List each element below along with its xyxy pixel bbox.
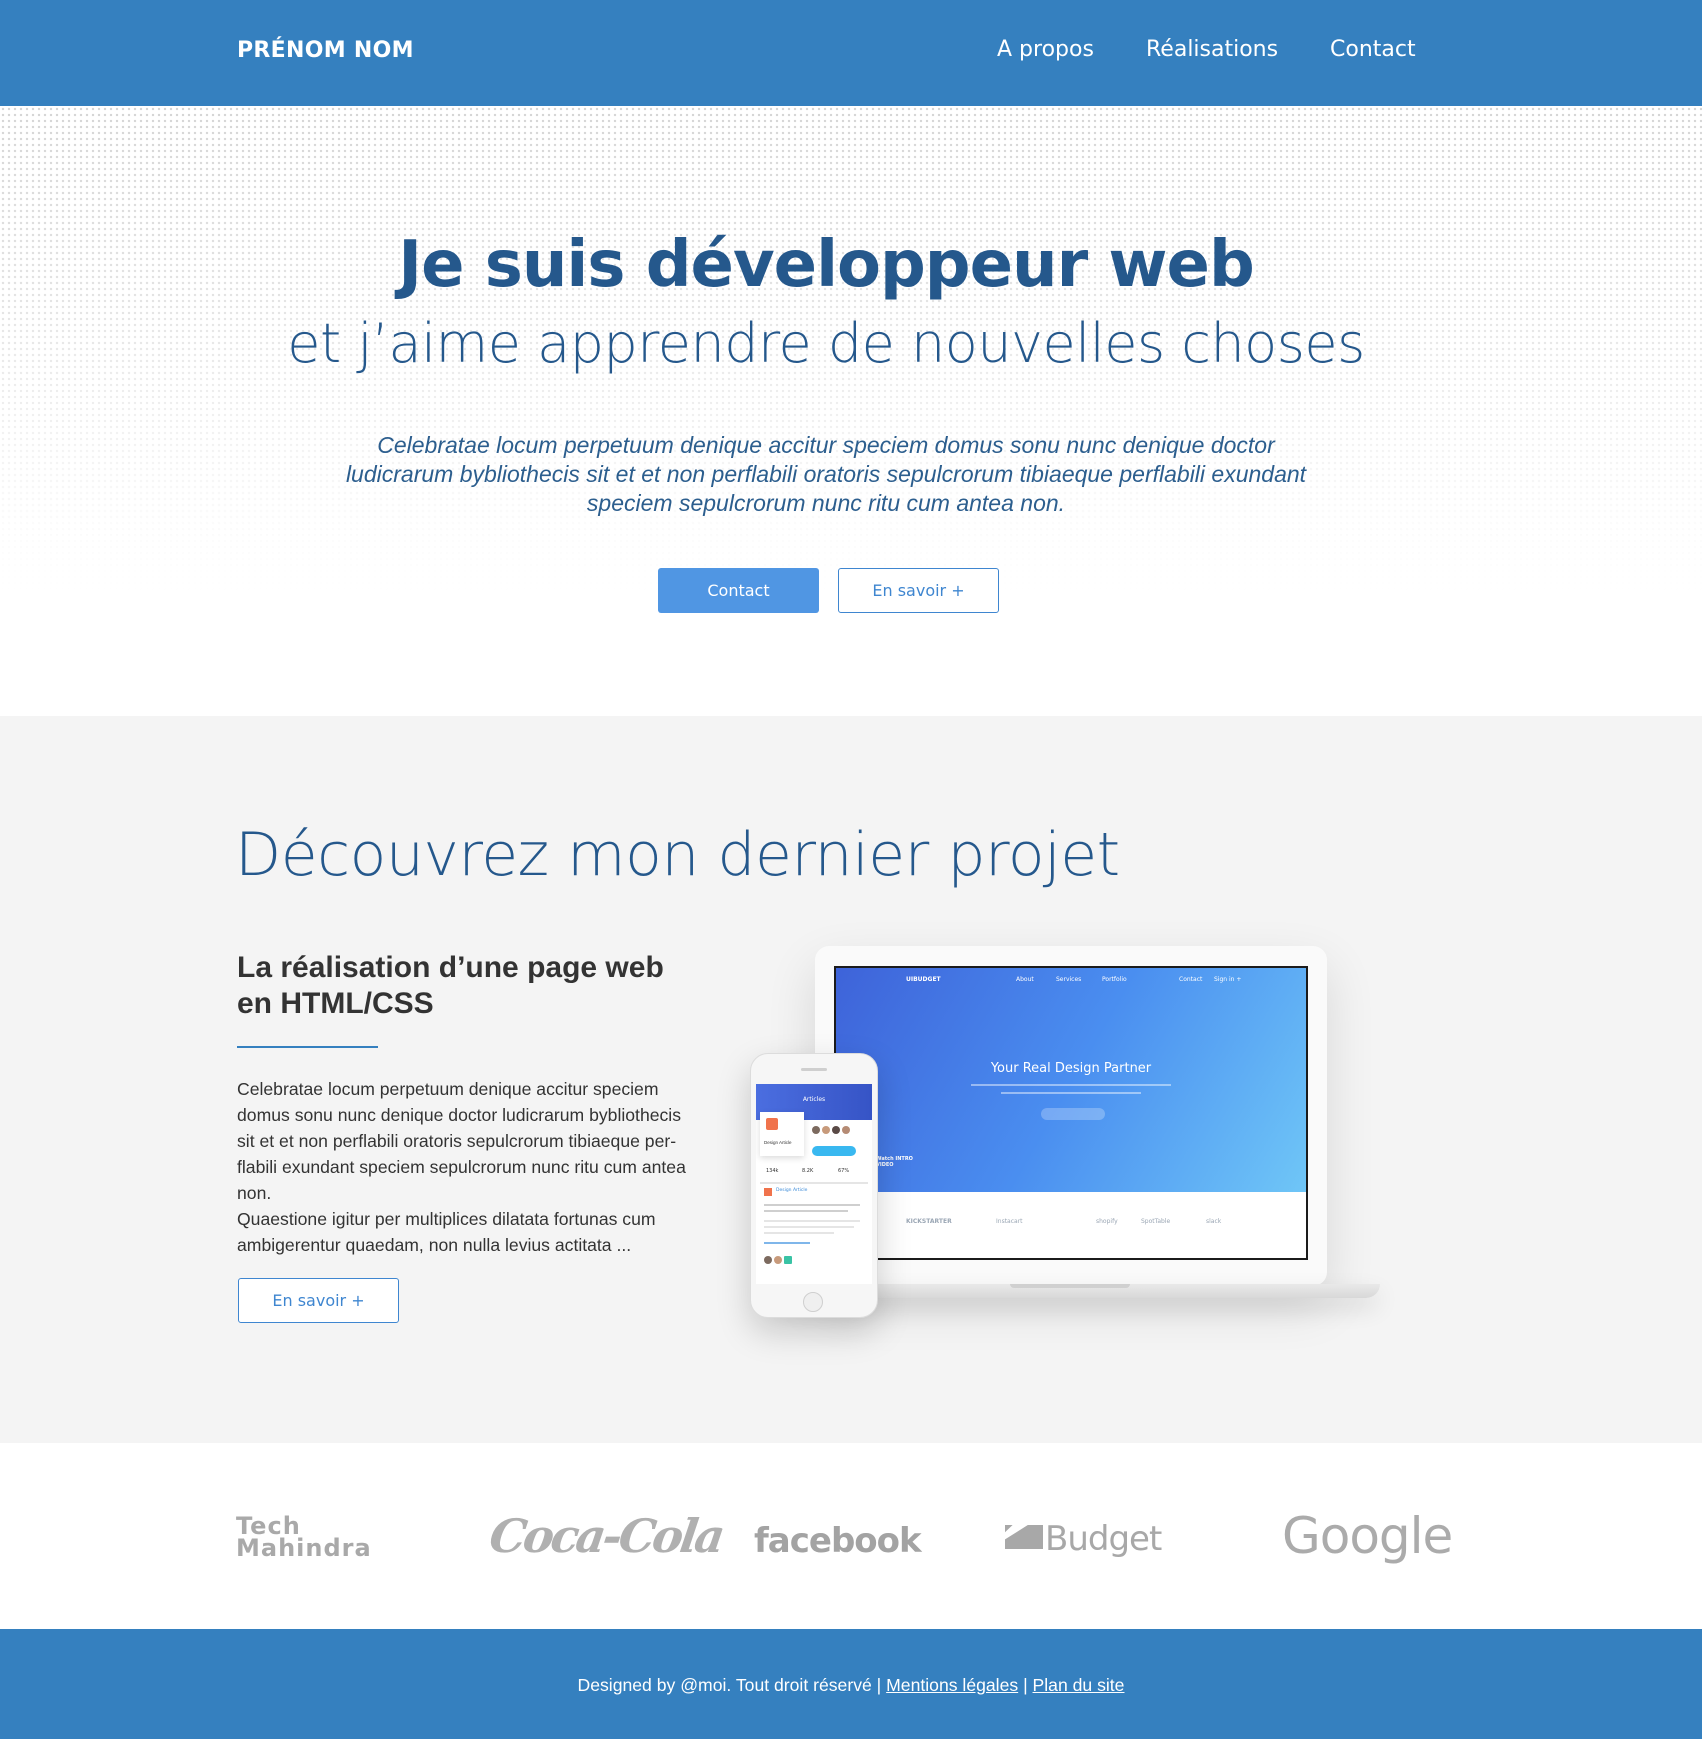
phone-follow-button: [812, 1146, 856, 1156]
project-description-p2: Quaestione igitur per multiplices dilata…: [237, 1209, 656, 1255]
nav-link-projects[interactable]: Réalisations: [1146, 37, 1278, 62]
screen-logo: shopify: [1096, 1218, 1118, 1225]
avatar: [774, 1256, 782, 1264]
phone-divider: [760, 1182, 868, 1184]
screen-cta-pill: [1041, 1108, 1105, 1120]
coca-cola-logo: Coca-Cola: [486, 1509, 726, 1563]
hero-section: Je suis développeur web et j’aime appren…: [0, 106, 1702, 716]
hero-description: Celebratae locum perpetuum denique accit…: [345, 432, 1307, 516]
phone-text-line: [764, 1204, 860, 1206]
hero-subtitle: et j’aime apprendre de nouvelles choses: [287, 312, 1365, 375]
screen-nav-item: Portfolio: [1102, 976, 1127, 983]
avatar: [832, 1126, 840, 1134]
screen-nav-item: Services: [1056, 976, 1082, 983]
site-footer: Designed by @moi. Tout droit réservé | M…: [0, 1629, 1702, 1739]
phone-text-line: [764, 1210, 848, 1212]
project-mockup-image: UIBUDGET About Services Portfolio Contac…: [740, 946, 1400, 1386]
screen-logo-strip: KICKSTARTER Instacart shopify SpotTable …: [836, 1192, 1306, 1258]
avatar: [764, 1256, 772, 1264]
screen-text-line: [1001, 1092, 1141, 1094]
tech-mahindra-logo: Tech Mahindra: [236, 1514, 372, 1562]
phone-stat: 67%: [838, 1168, 850, 1174]
project-heading-divider: [237, 1046, 378, 1048]
screen-hero: UIBUDGET About Services Portfolio Contac…: [836, 968, 1306, 1192]
footer-legal-link[interactable]: Mentions légales: [886, 1675, 1018, 1695]
google-logo: Google: [1282, 1507, 1453, 1565]
screen-nav-item: About: [1016, 976, 1034, 983]
project-learn-more-button[interactable]: En savoir +: [238, 1278, 399, 1323]
phone-text-line: [764, 1232, 834, 1234]
phone-article-title: Design Article: [776, 1188, 808, 1193]
nav-link-about[interactable]: A propos: [997, 37, 1094, 62]
laptop-screen: UIBUDGET About Services Portfolio Contac…: [834, 966, 1308, 1260]
phone-text-line: [764, 1242, 810, 1244]
phone-card-label: Design Article: [764, 1140, 792, 1145]
footer-separator: |: [1023, 1675, 1028, 1695]
phone-text-line: [764, 1220, 860, 1222]
project-description: Celebratae locum perpetuum denique accit…: [237, 1076, 703, 1258]
avatar: [784, 1256, 792, 1264]
screen-headline: Your Real Design Partner: [990, 1061, 1152, 1076]
nav-link-contact[interactable]: Contact: [1330, 37, 1416, 62]
phone-text-line: [764, 1226, 854, 1228]
screen-text-line: [971, 1084, 1171, 1086]
phone-stat: 134k: [766, 1168, 779, 1174]
phone-card: Design Article: [760, 1112, 804, 1156]
screen-logo: Instacart: [996, 1218, 1023, 1225]
laptop-notch: [1010, 1284, 1130, 1288]
phone-frame: Articles Design Article 134k 8.2K 67% De…: [750, 1053, 878, 1318]
hero-title: Je suis développeur web: [398, 228, 1255, 302]
budget-logo: Budget: [1045, 1519, 1162, 1559]
screen-logo: SpotTable: [1141, 1218, 1171, 1225]
phone-app-title: Articles: [802, 1096, 826, 1103]
footer-sitemap-link[interactable]: Plan du site: [1033, 1675, 1125, 1695]
tech-mahindra-logo-line2: Mahindra: [236, 1534, 372, 1562]
site-header: PRÉNOM NOM A propos Réalisations Contact: [0, 0, 1702, 106]
avatar: [812, 1126, 820, 1134]
screen-logo: slack: [1206, 1218, 1222, 1225]
phone-article-icon: [764, 1188, 772, 1196]
avatar: [822, 1126, 830, 1134]
project-heading: La réalisation d’une page web en HTML/CS…: [237, 951, 664, 1020]
screen-nav-item: Contact: [1179, 976, 1203, 983]
client-logos: Tech Mahindra Coca-Cola facebook Budget …: [0, 1443, 1702, 1629]
phone-speaker: [801, 1068, 827, 1071]
phone-home-button: [803, 1292, 823, 1312]
project-section-title: Découvrez mon dernier projet: [235, 820, 1120, 890]
phone-card-icon: [766, 1118, 778, 1130]
screen-brand: UIBUDGET: [906, 976, 941, 983]
brand-logo[interactable]: PRÉNOM NOM: [237, 38, 414, 63]
hero-learn-more-button[interactable]: En savoir +: [838, 568, 999, 613]
project-section: Découvrez mon dernier projet La réalisat…: [0, 716, 1702, 1443]
phone-stat: 8.2K: [802, 1168, 814, 1174]
facebook-logo: facebook: [754, 1521, 922, 1561]
avatar: [842, 1126, 850, 1134]
footer-text: Designed by @moi. Tout droit réservé | M…: [0, 1675, 1702, 1696]
budget-logo-mark: [1005, 1525, 1043, 1549]
screen-logo: KICKSTARTER: [906, 1218, 952, 1225]
phone-screen: Articles Design Article 134k 8.2K 67% De…: [756, 1084, 872, 1284]
project-description-p1: Celebratae locum perpetuum denique accit…: [237, 1079, 686, 1203]
screen-nav-item: Sign in +: [1214, 976, 1242, 983]
footer-copyright: Designed by @moi. Tout droit réservé |: [577, 1675, 882, 1695]
screen-side-text: Watch INTRO VIDEO: [876, 1156, 913, 1168]
hero-contact-button[interactable]: Contact: [658, 568, 819, 613]
